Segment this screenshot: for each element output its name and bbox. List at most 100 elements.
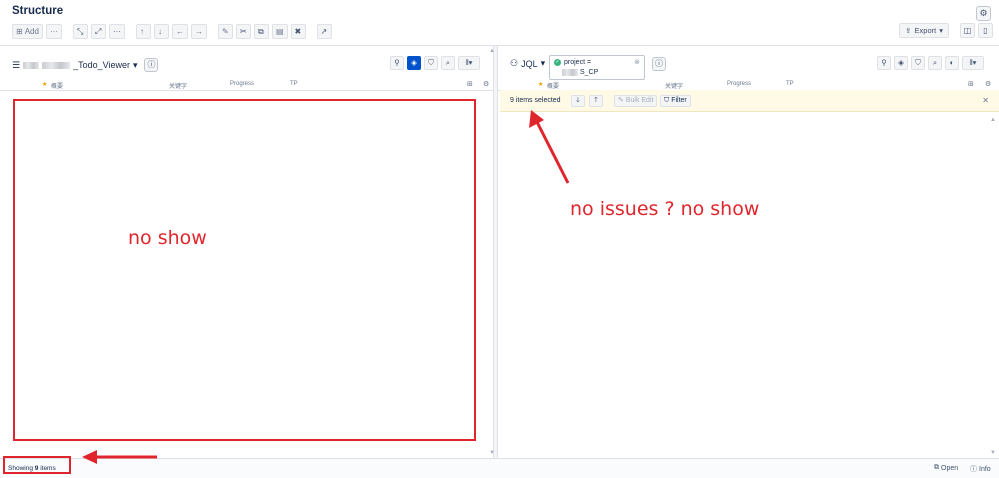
cut-icon[interactable]: ✂: [235, 23, 251, 39]
valid-check-icon: ✓: [554, 59, 561, 66]
filter-icon: ⛉: [664, 97, 670, 104]
annotation-left-note: no show: [128, 227, 207, 249]
left-panel-icons: ⚲ ◈ ⛉ ⌕ ⫴▾: [390, 56, 480, 70]
close-icon[interactable]: ✕: [982, 96, 989, 105]
open-label: Open: [941, 464, 959, 472]
star-icon: ★: [42, 82, 48, 88]
jql-icon: ⚇: [510, 58, 519, 68]
star-icon: ★: [538, 82, 544, 88]
export-label: Export: [914, 26, 937, 35]
more-options-icon[interactable]: ···: [108, 23, 125, 39]
redacted-text: [23, 61, 40, 69]
column-header-tp[interactable]: TP: [786, 81, 794, 87]
settings-gear-icon[interactable]: ⚙: [976, 6, 991, 21]
selection-bar: 9 items selected 🡓 🡑 ✎ Bulk Edit ⛉ Filte…: [500, 90, 999, 112]
move-down-icon[interactable]: 🡓: [571, 95, 585, 107]
column-settings-icon[interactable]: ⚙: [985, 81, 992, 88]
columns-icon[interactable]: ⫴▾: [962, 56, 984, 70]
bulk-edit-button[interactable]: ✎ Bulk Edit: [614, 95, 658, 107]
right-panel-icons: ⚲ ◈ ⛉ ⌕ ◐ ⫴▾: [877, 56, 984, 70]
add-column-icon[interactable]: ⊞: [968, 81, 975, 88]
expand-icon[interactable]: ⤡: [72, 23, 88, 39]
column-header-progress[interactable]: Progress: [230, 81, 254, 87]
annotation-box-left-panel: [13, 99, 476, 441]
bulk-edit-label: Bulk Edit: [625, 97, 654, 104]
add-button-label: Add: [24, 26, 39, 36]
right-panel-header: ⚇ JQL ▾ ✓ project = S_CP ⊗ ⓘ ⚲ ◈ ⛉ ⌕ ◐ ⫴…: [498, 54, 999, 80]
selection-count: 9 items selected: [510, 97, 561, 104]
info-icon[interactable]: ⓘ: [652, 57, 666, 71]
column-header-key[interactable]: 关键字: [665, 81, 683, 90]
filter-button[interactable]: ⛉ Filter: [660, 95, 691, 107]
annotation-right-note: no issues ? no show: [570, 198, 760, 220]
column-header-key[interactable]: 关键字: [169, 81, 187, 90]
layers-icon[interactable]: ◈: [894, 56, 908, 70]
open-link[interactable]: ⧉ Open: [934, 464, 958, 472]
pin-icon[interactable]: ⚲: [877, 56, 891, 70]
column-header-progress[interactable]: Progress: [727, 81, 751, 87]
redacted-text: [562, 69, 578, 76]
status-footer: Showing 9 items ⧉ Open ⓘ Info: [0, 458, 999, 478]
page-title: Structure: [12, 5, 64, 17]
edit-icon: ✎: [618, 97, 624, 104]
open-external-icon: ⧉: [934, 464, 939, 471]
copy-icon[interactable]: ⧉: [253, 23, 269, 39]
search-icon[interactable]: ⌕: [441, 56, 455, 70]
jql-label: JQL: [521, 58, 538, 69]
single-view-icon[interactable]: ▯: [978, 23, 993, 38]
jql-mode-selector[interactable]: ⚇ JQL ▾: [510, 58, 545, 69]
clear-icon[interactable]: ⊗: [634, 58, 640, 66]
filter-icon[interactable]: ⛉: [911, 56, 925, 70]
column-header-summary[interactable]: 概要: [51, 81, 63, 90]
move-up-icon[interactable]: 🡑: [589, 95, 603, 107]
split-view-icon[interactable]: ◫: [960, 23, 975, 38]
move-up-icon[interactable]: ↑: [135, 23, 151, 39]
move-left-icon[interactable]: ←: [171, 23, 188, 39]
scroll-down-icon[interactable]: ▼: [489, 450, 495, 456]
jql-query-input[interactable]: ✓ project = S_CP ⊗: [549, 55, 645, 80]
chevron-down-icon: ▾: [540, 58, 546, 68]
export-button[interactable]: ⇪ Export ▾: [899, 23, 949, 38]
left-panel-header: ☰ _Todo_Viewer ▾ ⓘ ⚲ ◈ ⛉ ⌕ ⫴▾: [0, 54, 493, 72]
paste-icon[interactable]: ▤: [271, 23, 288, 39]
info-link[interactable]: ⓘ Info: [970, 464, 991, 474]
scroll-up-icon[interactable]: ▲: [489, 48, 495, 54]
column-header-summary[interactable]: 概要: [547, 81, 559, 90]
toggle-icon[interactable]: ◐: [945, 56, 959, 70]
info-icon[interactable]: ⓘ: [144, 58, 159, 72]
column-header-tp[interactable]: TP: [290, 81, 298, 87]
main-toolbar: ⊞ Add ··· ⤡ ⤢ ··· ↑ ↓ ← → ✎ ✂ ⧉ ▤ ✖ ↗: [12, 23, 332, 39]
view-name-label: _Todo_Viewer: [73, 60, 130, 70]
add-button[interactable]: ⊞ Add: [12, 23, 43, 39]
delete-icon[interactable]: ✖: [290, 23, 306, 39]
scroll-down-icon[interactable]: ▼: [990, 450, 996, 456]
filter-label: Filter: [671, 97, 687, 104]
structure-page: Structure ⚙ ⊞ Add ··· ⤡ ⤢ ··· ↑ ↓ ← → ✎ …: [0, 0, 999, 478]
edit-icon[interactable]: ✎: [217, 23, 233, 39]
filter-icon[interactable]: ⛉: [424, 56, 438, 70]
move-right-icon[interactable]: →: [190, 23, 207, 39]
jql-query-line1: project =: [564, 59, 592, 66]
search-icon[interactable]: ⌕: [928, 56, 942, 70]
info-label: Info: [979, 465, 991, 473]
left-column-headers: ★ 概要 关键字 Progress TP ⊞ ⚙: [0, 80, 493, 91]
chevron-down-icon: ▾: [132, 59, 138, 70]
collapse-icon[interactable]: ⤢: [90, 23, 106, 39]
pin-icon[interactable]: ⚲: [390, 56, 404, 70]
view-selector[interactable]: ☰ _Todo_Viewer ▾ ⓘ: [12, 58, 159, 72]
move-down-icon[interactable]: ↓: [153, 23, 169, 39]
automation-icon[interactable]: ↗: [316, 23, 332, 39]
scroll-up-icon[interactable]: ▲: [990, 117, 996, 123]
right-search-panel: ⚇ JQL ▾ ✓ project = S_CP ⊗ ⓘ ⚲ ◈ ⛉ ⌕ ◐ ⫴…: [497, 46, 999, 458]
chevron-down-icon: ▾: [939, 26, 943, 35]
more-icon[interactable]: ···: [45, 23, 62, 39]
export-icon: ⇪: [905, 26, 912, 35]
structure-icon: ☰: [12, 59, 21, 70]
column-settings-icon[interactable]: ⚙: [483, 81, 490, 88]
layers-icon[interactable]: ◈: [407, 56, 421, 70]
info-icon: ⓘ: [970, 466, 977, 473]
annotation-box-showing: [3, 456, 71, 474]
add-icon: ⊞: [16, 26, 23, 36]
columns-icon[interactable]: ⫴▾: [458, 56, 480, 70]
add-column-icon[interactable]: ⊞: [467, 81, 474, 88]
